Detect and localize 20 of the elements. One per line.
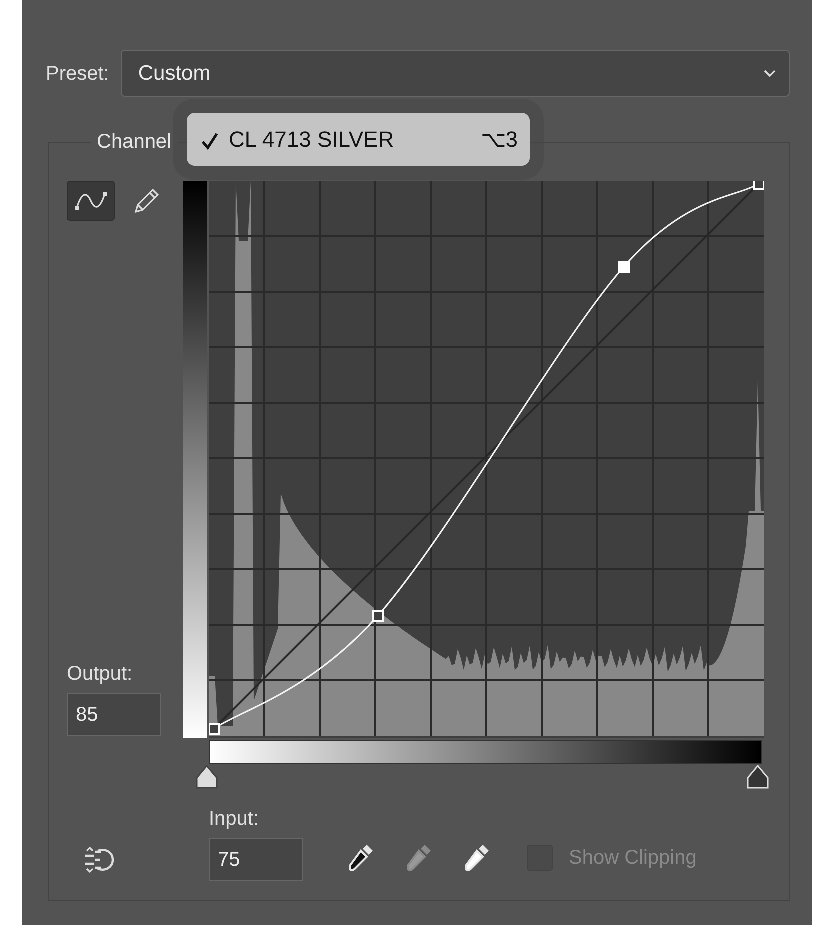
control-point[interactable] <box>753 181 764 190</box>
channel-menu-item[interactable]: CL 4713 SILVER ⌥3 <box>187 113 530 166</box>
input-field[interactable]: 75 <box>209 838 303 881</box>
channel-label: Channel <box>96 130 173 155</box>
eyedropper-icon[interactable] <box>347 843 375 873</box>
curve-icon <box>74 190 108 212</box>
checkmark-icon <box>201 132 219 150</box>
slider-handle[interactable] <box>195 764 219 790</box>
input-label: Input: <box>209 807 260 832</box>
chevron-down-icon <box>763 68 777 78</box>
control-point[interactable] <box>209 723 220 735</box>
preset-dropdown[interactable]: Custom <box>121 50 790 97</box>
preset-label: Preset: <box>46 62 110 86</box>
auto-adjust-icon[interactable] <box>83 847 115 873</box>
output-label: Output: <box>67 662 134 687</box>
output-field[interactable]: 85 <box>67 693 161 736</box>
pencil-icon <box>132 186 162 216</box>
control-point[interactable] <box>372 610 384 622</box>
curve-tool-button[interactable] <box>67 181 115 221</box>
eyedropper-icon[interactable] <box>463 843 491 873</box>
